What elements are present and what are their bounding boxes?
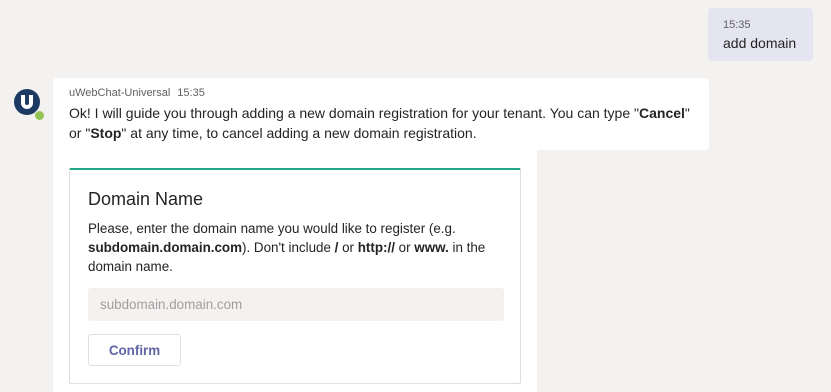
user-message-text: add domain xyxy=(723,35,797,51)
user-message-bubble: 15:35 add domain xyxy=(708,8,813,61)
desc-www: www. xyxy=(414,240,449,255)
desc-http: http:// xyxy=(357,240,395,255)
bot-message-text: Ok! I will guide you through adding a ne… xyxy=(69,103,693,143)
desc-part: or xyxy=(394,240,415,255)
bot-message-meta: uWebChat-Universal 15:35 xyxy=(69,86,693,101)
domain-name-input[interactable] xyxy=(88,288,504,321)
bot-message-bubble: uWebChat-Universal 15:35 Ok! I will guide… xyxy=(53,78,709,150)
bot-stop-keyword: Stop xyxy=(90,125,122,141)
desc-example-domain: subdomain.domain.com xyxy=(88,240,243,255)
card-title: Domain Name xyxy=(88,189,204,209)
bot-cancel-keyword: Cancel xyxy=(639,105,685,121)
bot-text-outro: " at any time, to cancel adding a new do… xyxy=(121,125,477,141)
available-status-icon xyxy=(34,110,45,121)
bot-text-intro: Ok! I will guide you through adding a ne… xyxy=(69,105,639,121)
user-message-time: 15:35 xyxy=(723,19,751,31)
domain-name-card: Domain Name Please, enter the domain nam… xyxy=(69,168,521,384)
confirm-button[interactable]: Confirm xyxy=(88,334,181,366)
bot-sender-name: uWebChat-Universal xyxy=(69,87,171,99)
desc-part: Please, enter the domain name you would … xyxy=(88,221,456,236)
bot-avatar[interactable] xyxy=(12,88,45,121)
card-description: Please, enter the domain name you would … xyxy=(88,219,504,276)
desc-part: or xyxy=(338,240,358,255)
bot-message-time: 15:35 xyxy=(177,87,205,99)
card-attachment-container: Domain Name Please, enter the domain nam… xyxy=(53,150,537,392)
desc-part: ). Don't include xyxy=(242,240,335,255)
